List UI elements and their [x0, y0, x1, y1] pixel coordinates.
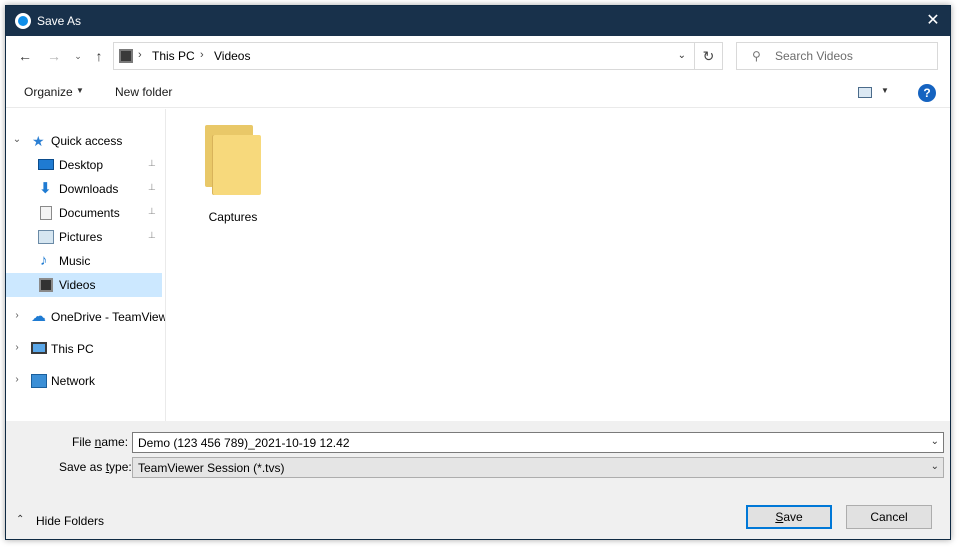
address-row: ← → ⌄ ↑ › This PC › Videos ⌄ ↻ ⚲ [6, 36, 950, 76]
search-box[interactable]: ⚲ [736, 42, 938, 70]
sidebar-item-label: Quick access [51, 134, 123, 148]
desktop-icon [38, 159, 54, 170]
address-bar[interactable]: › This PC › Videos ⌄ [113, 42, 695, 70]
sidebar-item-label: Downloads [59, 182, 119, 196]
pin-icon: ⊥ [148, 206, 156, 216]
breadcrumb-separator[interactable]: › [138, 49, 142, 61]
sidebar-item-onedrive[interactable]: › ☁ OneDrive - TeamViewer [6, 305, 165, 329]
chevron-up-icon: ⌃ [16, 514, 25, 525]
title-bar: Save As ✕ [6, 6, 950, 36]
command-bar: Organize ▼ New folder ▼ ? [6, 76, 950, 108]
pin-icon: ⊥ [148, 158, 156, 168]
view-dropdown-icon[interactable]: ▼ [881, 86, 889, 95]
pin-icon: ⊥ [148, 230, 156, 240]
breadcrumb-videos[interactable]: Videos [214, 49, 250, 63]
sidebar-item-label: Documents [59, 206, 120, 220]
sidebar-item-label: This PC [51, 342, 94, 356]
onedrive-icon: ☁ [31, 308, 46, 325]
document-icon [40, 206, 52, 220]
music-icon: ♪ [40, 252, 48, 269]
back-button[interactable]: ← [15, 46, 35, 66]
forward-button[interactable]: → [44, 46, 64, 66]
sidebar-item-videos[interactable]: Videos [6, 273, 162, 297]
this-pc-icon [31, 342, 47, 354]
download-icon: ⬇ [39, 180, 52, 197]
chevron-right-icon[interactable]: › [12, 374, 22, 385]
help-button[interactable]: ? [918, 84, 936, 102]
breadcrumb-this-pc[interactable]: This PC [152, 49, 195, 63]
folder-icon [205, 125, 261, 195]
sidebar-item-label: OneDrive - TeamViewer [51, 310, 166, 324]
sidebar-item-documents[interactable]: Documents ⊥ [6, 201, 162, 225]
pin-icon: ⊥ [148, 182, 156, 192]
save-type-select[interactable]: TeamViewer Session (*.tvs) ⌄ [132, 457, 944, 478]
sidebar-item-label: Music [59, 254, 91, 268]
sidebar-item-pictures[interactable]: Pictures ⊥ [6, 225, 162, 249]
new-folder-button[interactable]: New folder [115, 85, 172, 99]
search-input[interactable] [775, 47, 933, 65]
navigation-pane: ⌄ ★ Quick access Desktop ⊥ ⬇ Downloads ⊥… [6, 109, 166, 421]
videos-icon [39, 278, 53, 292]
chevron-right-icon[interactable]: › [12, 342, 22, 353]
recent-locations-button[interactable]: ⌄ [68, 46, 88, 66]
pictures-icon [38, 230, 54, 244]
save-as-dialog: Save As ✕ ← → ⌄ ↑ › This PC › Videos ⌄ ↻… [5, 5, 951, 540]
star-icon: ★ [32, 133, 45, 149]
cancel-button[interactable]: Cancel [846, 505, 932, 529]
search-icon: ⚲ [752, 49, 761, 63]
folder-name: Captures [208, 210, 258, 224]
teamviewer-icon [15, 13, 31, 29]
sidebar-item-network[interactable]: › Network [6, 369, 162, 393]
chevron-down-icon[interactable]: ⌄ [12, 134, 22, 145]
organize-button[interactable]: Organize [24, 85, 73, 99]
save-options-pane: File name: ⌄ Save as type: TeamViewer Se… [6, 421, 950, 539]
file-name-input[interactable] [138, 435, 918, 450]
sidebar-item-music[interactable]: ♪ Music [6, 249, 162, 273]
save-type-label: Save as type: [59, 460, 132, 474]
refresh-button[interactable]: ↻ [695, 42, 723, 70]
file-name-label: File name: [72, 435, 129, 449]
view-options-icon[interactable] [858, 87, 872, 98]
close-button[interactable]: ✕ [916, 6, 950, 36]
save-type-value: TeamViewer Session (*.tvs) [138, 461, 285, 475]
hide-folders-label: Hide Folders [36, 514, 105, 528]
dialog-title: Save As [37, 14, 82, 28]
network-icon [31, 374, 47, 388]
file-name-dropdown-icon[interactable]: ⌄ [931, 436, 939, 447]
save-button[interactable]: Save [746, 505, 832, 529]
chevron-right-icon[interactable]: › [12, 310, 22, 321]
organize-dropdown-icon[interactable]: ▼ [76, 86, 84, 95]
folder-item-captures[interactable]: Captures [200, 125, 275, 235]
sidebar-item-label: Pictures [59, 230, 103, 244]
sidebar-item-downloads[interactable]: ⬇ Downloads ⊥ [6, 177, 162, 201]
sidebar-item-quick-access[interactable]: ⌄ ★ Quick access [6, 129, 162, 153]
up-button[interactable]: ↑ [89, 46, 109, 66]
sidebar-item-desktop[interactable]: Desktop ⊥ [6, 153, 162, 177]
save-type-dropdown-icon[interactable]: ⌄ [931, 461, 939, 472]
file-list: Captures [166, 109, 950, 421]
sidebar-item-label: Network [51, 374, 96, 388]
breadcrumb-separator[interactable]: › [200, 49, 204, 61]
file-name-field[interactable]: ⌄ [132, 432, 944, 453]
sidebar-item-label: Desktop [59, 158, 104, 172]
sidebar-item-this-pc[interactable]: › This PC [6, 337, 162, 361]
address-dropdown-icon[interactable]: ⌄ [678, 50, 686, 61]
videos-icon [119, 49, 133, 63]
sidebar-item-label: Videos [59, 278, 96, 292]
